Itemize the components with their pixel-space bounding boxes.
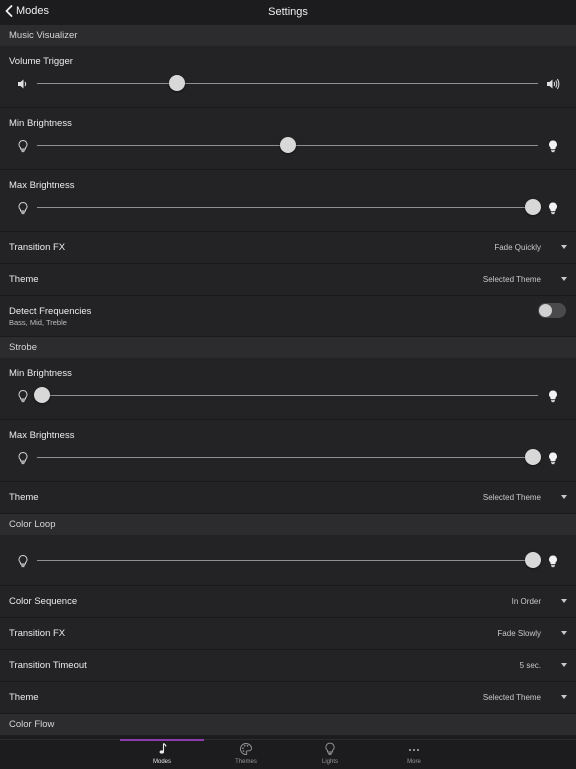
caret-down-icon[interactable] (561, 663, 567, 667)
strobe-min-brightness-label: Min Brightness (9, 368, 72, 379)
volume-trigger-label: Volume Trigger (9, 56, 73, 67)
mv-min-brightness-thumb[interactable] (279, 137, 296, 153)
mv-theme-row[interactable]: Theme Selected Theme (0, 264, 576, 296)
palette-icon (240, 743, 252, 755)
detect-frequencies-label: Detect Frequencies (9, 306, 92, 317)
speaker-high-icon (547, 78, 560, 90)
cl-theme-label: Theme (9, 692, 39, 703)
transition-timeout-label: Transition Timeout (9, 660, 87, 671)
section-header-music-visualizer: Music Visualizer (0, 25, 576, 46)
tab-label: Themes (235, 759, 257, 765)
strobe-theme-label: Theme (9, 492, 39, 503)
color-loop-brightness-slider[interactable] (37, 560, 538, 561)
tab-label: More (407, 759, 421, 765)
settings-list[interactable]: Music Visualizer Volume Trigger Min Brig… (0, 25, 576, 739)
strobe-max-brightness-row: Max Brightness (0, 420, 576, 482)
chevron-left-icon (5, 5, 13, 17)
detect-frequencies-sublabel: Bass, Mid, Treble (9, 318, 67, 327)
mv-transition-fx-value[interactable]: Fade Quickly (494, 243, 541, 252)
mv-max-brightness-label: Max Brightness (9, 180, 75, 191)
caret-down-icon[interactable] (561, 599, 567, 603)
section-header-color-flow: Color Flow (0, 714, 576, 735)
speaker-low-icon (18, 79, 27, 89)
mv-max-brightness-slider[interactable] (37, 207, 538, 208)
bulb-outline-icon (18, 139, 28, 153)
back-button[interactable]: Modes (5, 5, 49, 17)
lightbulb-icon (325, 742, 335, 756)
strobe-max-brightness-thumb[interactable] (524, 449, 541, 465)
caret-down-icon[interactable] (561, 245, 567, 249)
section-header-strobe: Strobe (0, 337, 576, 358)
detect-frequencies-row: Detect Frequencies Bass, Mid, Treble (0, 296, 576, 337)
back-label: Modes (16, 5, 50, 17)
bulb-outline-icon (18, 554, 28, 568)
bulb-outline-icon (18, 201, 28, 215)
page-title: Settings (268, 6, 308, 18)
color-sequence-label: Color Sequence (9, 596, 78, 607)
bulb-filled-icon (549, 390, 557, 403)
music-note-icon (159, 743, 167, 754)
mv-transition-fx-label: Transition FX (9, 242, 66, 253)
mv-theme-label: Theme (9, 274, 39, 285)
transition-timeout-row[interactable]: Transition Timeout 5 sec. (0, 650, 576, 682)
volume-trigger-row: Volume Trigger (0, 46, 576, 108)
strobe-min-brightness-thumb[interactable] (34, 387, 50, 403)
toggle-knob (539, 304, 552, 317)
bulb-filled-icon (549, 452, 557, 465)
bulb-outline-icon (18, 389, 28, 403)
mv-min-brightness-label: Min Brightness (9, 118, 72, 129)
nav-bar: Modes Settings (0, 0, 576, 25)
more-dots-icon (408, 748, 420, 752)
tab-label: Modes (152, 759, 171, 765)
mv-theme-value[interactable]: Selected Theme (483, 275, 541, 284)
tab-more[interactable]: More (374, 740, 454, 769)
color-loop-brightness-row (0, 535, 576, 586)
tab-label: Lights (321, 759, 338, 765)
caret-down-icon[interactable] (561, 631, 567, 635)
bulb-filled-icon (549, 202, 557, 215)
mv-transition-fx-row[interactable]: Transition FX Fade Quickly (0, 232, 576, 264)
color-sequence-row[interactable]: Color Sequence In Order (0, 586, 576, 618)
tab-lights[interactable]: Lights (290, 740, 370, 769)
color-sequence-value[interactable]: In Order (512, 597, 541, 606)
strobe-min-brightness-slider[interactable] (37, 395, 538, 396)
cl-theme-row[interactable]: Theme Selected Theme (0, 682, 576, 714)
mv-max-brightness-row: Max Brightness (0, 170, 576, 232)
strobe-theme-row[interactable]: Theme Selected Theme (0, 482, 576, 514)
detect-frequencies-toggle[interactable] (538, 303, 566, 318)
caret-down-icon[interactable] (561, 277, 567, 281)
cl-transition-fx-row[interactable]: Transition FX Fade Slowly (0, 618, 576, 650)
cl-transition-fx-label: Transition FX (9, 628, 66, 639)
strobe-max-brightness-slider[interactable] (37, 457, 538, 458)
tab-modes[interactable]: Modes (122, 740, 202, 769)
transition-timeout-value[interactable]: 5 sec. (520, 661, 541, 670)
bulb-outline-icon (18, 451, 28, 465)
color-loop-brightness-thumb[interactable] (524, 552, 541, 568)
bulb-filled-icon (549, 140, 557, 153)
bulb-filled-icon (549, 555, 557, 568)
volume-trigger-thumb[interactable] (169, 75, 186, 91)
volume-trigger-slider[interactable] (37, 83, 538, 84)
caret-down-icon[interactable] (561, 695, 567, 699)
strobe-theme-value[interactable]: Selected Theme (483, 493, 541, 502)
mv-max-brightness-thumb[interactable] (524, 199, 541, 215)
strobe-max-brightness-label: Max Brightness (9, 430, 75, 441)
mv-min-brightness-row: Min Brightness (0, 108, 576, 170)
strobe-min-brightness-row: Min Brightness (0, 358, 576, 420)
tab-themes[interactable]: Themes (206, 740, 286, 769)
section-header-color-loop: Color Loop (0, 514, 576, 535)
tab-bar: Modes Themes Lights More (0, 739, 576, 769)
cl-transition-fx-value[interactable]: Fade Slowly (497, 629, 541, 638)
caret-down-icon[interactable] (561, 495, 567, 499)
cl-theme-value[interactable]: Selected Theme (483, 693, 541, 702)
